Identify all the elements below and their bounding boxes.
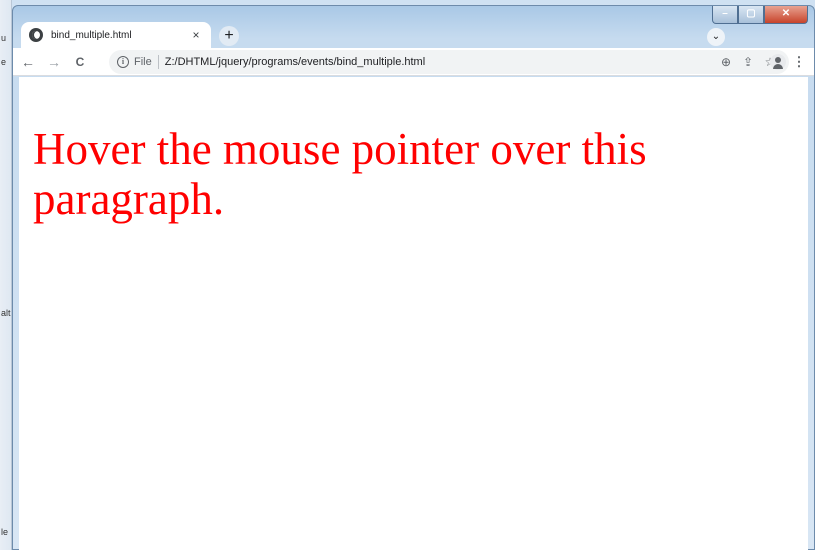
- hover-paragraph[interactable]: Hover the mouse pointer over this paragr…: [33, 124, 733, 224]
- page-content: Hover the mouse pointer over this paragr…: [19, 77, 808, 550]
- reload-icon[interactable]: C: [69, 51, 91, 73]
- window-close-button[interactable]: ✕: [764, 6, 808, 24]
- url-text[interactable]: Z:/DHTML/jquery/programs/events/bind_mul…: [165, 56, 715, 68]
- minimize-button[interactable]: –: [712, 6, 738, 24]
- window-controls: – ▢ ✕: [712, 6, 808, 24]
- forward-arrow-icon[interactable]: →: [43, 51, 65, 73]
- title-bar: bind_multiple.html × + ⌄ – ▢ ✕: [13, 6, 814, 48]
- desktop-text-fragment: alt: [1, 308, 11, 318]
- browser-tab[interactable]: bind_multiple.html ×: [21, 22, 211, 48]
- desktop-text-fragment: u: [1, 33, 7, 43]
- divider: [157, 55, 159, 69]
- browser-window: bind_multiple.html × + ⌄ – ▢ ✕ ← → C i F…: [12, 5, 815, 550]
- globe-icon: [29, 28, 43, 42]
- zoom-icon[interactable]: ⊕: [715, 55, 737, 69]
- plus-icon[interactable]: +: [219, 26, 239, 46]
- toolbar-right-icons: ⋮: [764, 50, 806, 74]
- address-bar[interactable]: i File Z:/DHTML/jquery/programs/events/b…: [109, 50, 789, 74]
- share-icon[interactable]: ⇪: [737, 55, 759, 69]
- menu-icon[interactable]: ⋮: [792, 54, 806, 70]
- url-scheme-label: File: [134, 56, 152, 68]
- desktop-text-fragment: le: [1, 527, 9, 537]
- close-icon[interactable]: ×: [189, 28, 203, 42]
- chevron-down-icon[interactable]: ⌄: [707, 28, 725, 46]
- browser-toolbar: ← → C i File Z:/DHTML/jquery/programs/ev…: [13, 48, 814, 76]
- info-icon[interactable]: i: [117, 56, 129, 68]
- profile-icon[interactable]: [770, 54, 786, 70]
- desktop-background-strip: u e alt le: [0, 0, 12, 550]
- back-arrow-icon[interactable]: ←: [17, 51, 39, 73]
- desktop-text-fragment: e: [1, 57, 7, 67]
- maximize-button[interactable]: ▢: [738, 6, 764, 24]
- tab-title: bind_multiple.html: [51, 29, 132, 41]
